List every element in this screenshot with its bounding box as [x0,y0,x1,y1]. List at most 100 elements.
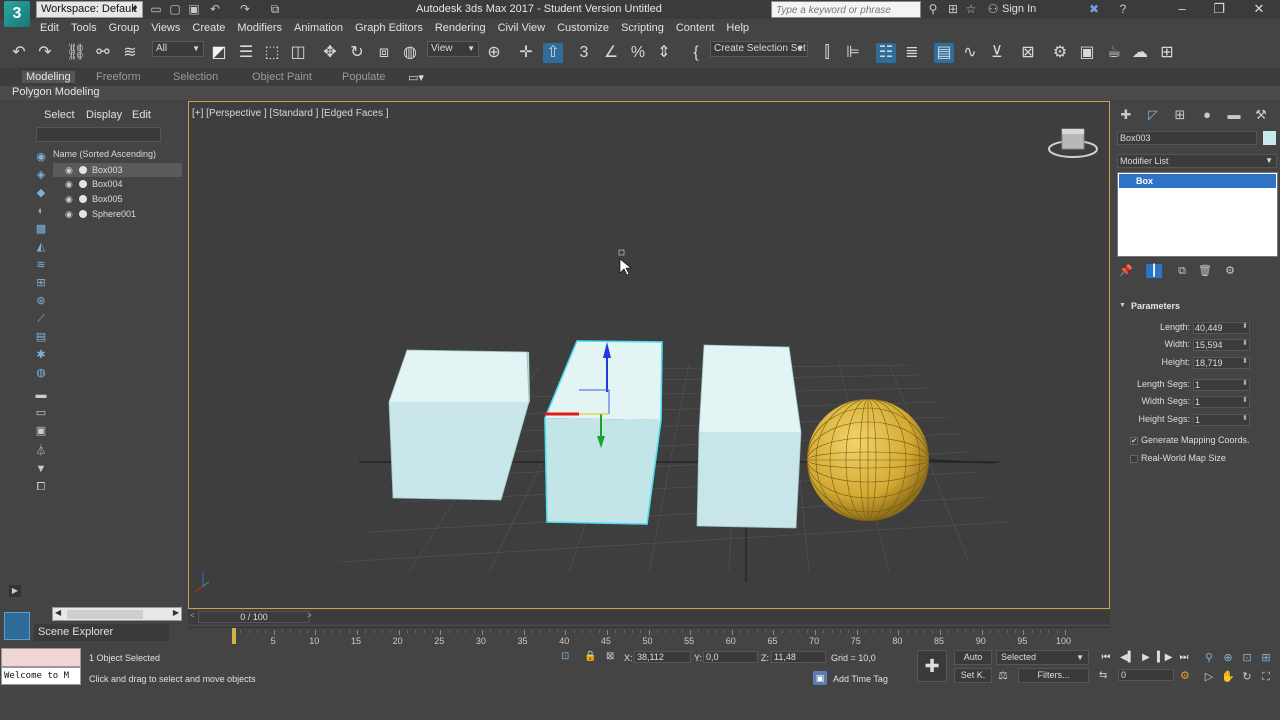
eye-icon[interactable]: ◉ [65,192,73,206]
y-coordinate-field[interactable]: 0,0 [703,651,758,663]
display-frozen-icon[interactable]: ✱ [33,348,49,362]
tab-edit[interactable]: Edit [132,109,151,121]
a360-gallery-icon[interactable]: ⊞ [1157,43,1177,63]
display-bones-icon[interactable]: ⟋ [33,312,49,326]
eye-icon[interactable]: ◉ [65,207,73,221]
spinner-snap-icon[interactable]: ⇕ [654,43,674,63]
modifier-list-dropdown[interactable]: Modifier List ▼ [1117,154,1277,168]
display-shapes-icon[interactable]: ◆ [33,186,49,200]
length-spinner[interactable]: 40,449 ⬍ [1193,322,1250,334]
material-editor-icon[interactable]: ⊠ [1018,43,1038,63]
expand-arrow-icon[interactable]: ▶ [9,585,21,597]
checkmark-icon[interactable]: ✔ [1130,436,1138,445]
track-bar[interactable]: 5 10 15 20 25 30 35 40 45 50 55 60 65 70 75 80 85 90 95 100 [188,627,1110,647]
hierarchy-tab-icon[interactable]: ⊞ [1172,107,1188,123]
tab-display[interactable]: Display [86,109,122,121]
tab-populate[interactable]: Populate [342,71,385,83]
configure-modifier-sets-icon[interactable]: ⚙ [1222,264,1238,278]
search-input[interactable]: Type a keyword or phrase [771,1,921,18]
unlink-icon[interactable]: ⚯ [93,43,113,63]
eye-icon[interactable]: ◉ [65,177,73,191]
spinner-arrows-icon[interactable]: ⬍ [1242,357,1248,367]
key-mode-toggle-icon[interactable]: ⇆ [1099,670,1107,681]
time-slider-thumb[interactable]: 0 / 100 [198,611,310,623]
app-logo[interactable]: 3 [4,1,30,27]
list-item[interactable]: ◉ Box003 [53,163,182,177]
redo-icon[interactable]: ↷ [35,43,55,63]
object-color-swatch[interactable] [1263,131,1276,145]
spinner-arrows-icon[interactable]: ⬍ [1242,396,1248,406]
scale-icon[interactable]: ⧈ [374,43,394,63]
bind-space-warp-icon[interactable]: ≋ [120,43,140,63]
key-mode-dropdown[interactable]: Selected ▼ [996,650,1089,665]
menu-graph-editors[interactable]: Graph Editors [349,19,429,37]
binoculars-icon[interactable]: ⚲ [926,2,940,16]
key-filters-icon[interactable]: ⚖ [998,669,1008,682]
close-icon[interactable]: ✕ [1252,2,1266,16]
schematic-view-icon[interactable]: ⊻ [987,43,1007,63]
x-coordinate-field[interactable]: 38,112 [634,651,691,663]
display-none-all-icon[interactable]: ▭ [33,406,49,420]
selection-filter-dropdown[interactable]: All ▼ [152,41,204,57]
maxscript-input[interactable]: Welcome to M [1,667,81,685]
filters-button[interactable]: Filters... [1018,668,1089,683]
pin-stack-icon[interactable]: 📌 [1118,264,1134,278]
viewcube[interactable] [1048,128,1098,158]
minimize-icon[interactable]: – [1175,2,1189,16]
display-space-warps-icon[interactable]: ≋ [33,258,49,272]
lock-icon[interactable]: 🔒 [584,651,596,662]
maxscript-listener[interactable]: Welcome to M [1,648,81,686]
display-none-icon[interactable]: ◉ [33,150,49,164]
absolute-mode-icon[interactable]: ⊠ [606,651,614,662]
create-tab-icon[interactable]: ✚ [1118,107,1134,123]
mirror-icon[interactable]: ⫿ [817,43,837,63]
add-time-tag-button[interactable]: Add Time Tag [833,674,888,684]
pivot-center-icon[interactable]: ⊕ [484,43,504,63]
filter-icon[interactable]: ▼ [33,462,49,476]
horizontal-scrollbar[interactable]: ◀ ▶ [52,607,182,621]
box004-mesh[interactable] [388,349,530,501]
menu-create[interactable]: Create [186,19,231,37]
utilities-tab-icon[interactable]: ⚒ [1253,107,1269,123]
zoom-extents-all-icon[interactable]: ⊞ [1259,651,1273,665]
open-file-icon[interactable]: ▢ [168,2,182,16]
height-spinner[interactable]: 18,719 ⬍ [1193,357,1250,369]
scroll-left-icon[interactable]: ◀ [55,608,61,617]
placement-icon[interactable]: ◍ [400,43,420,63]
list-item[interactable]: ◉ Sphere001 [53,207,182,221]
render-dot-icon[interactable] [79,210,87,218]
viewport-scene[interactable] [189,102,1110,609]
sign-in-link[interactable]: Sign In [1002,3,1036,15]
list-item[interactable]: ◉ Box004 [53,177,182,191]
tab-modeling[interactable]: Modeling [22,71,75,83]
menu-modifiers[interactable]: Modifiers [231,19,288,37]
tab-select[interactable]: Select [44,109,75,121]
maximize-icon[interactable]: ❐ [1212,2,1226,16]
rendered-frame-icon[interactable]: ▣ [1077,43,1097,63]
subscription-icon[interactable]: ⊞ [946,2,960,16]
sphere001-mesh[interactable] [807,399,929,521]
display-cameras-icon[interactable]: ▩ [33,222,49,236]
viewport-label[interactable]: [+] [Perspective ] [Standard ] [Edged Fa… [192,108,389,119]
reference-coordinate-dropdown[interactable]: View ▼ [427,41,479,57]
time-slider[interactable]: < 0 / 100 > [188,610,1110,624]
angle-snap-icon[interactable]: ∠ [601,43,621,63]
layer-icon[interactable]: ⧠ [33,480,49,494]
orbit-icon[interactable]: ↻ [1240,670,1254,684]
ribbon-toggle-icon[interactable]: ▤ [934,43,954,63]
modifier-stack[interactable]: Box [1117,172,1278,257]
help-icon[interactable]: ? [1116,2,1130,16]
render-cloud-icon[interactable]: ☁ [1130,43,1150,63]
snaps-toggle-icon[interactable]: 3 [574,43,594,63]
z-coordinate-field[interactable]: 11,48 [771,651,826,663]
sync-selection-icon[interactable]: ⏃ [33,444,49,458]
set-key-button[interactable]: Set K. [954,668,992,683]
next-frame-icon[interactable]: ▍▶ [1157,651,1172,665]
menu-scripting[interactable]: Scripting [615,19,670,37]
object-name-field[interactable]: Box003 [1117,131,1257,145]
tab-selection[interactable]: Selection [173,71,218,83]
playhead[interactable] [232,628,236,644]
align-icon[interactable]: ⊫ [843,43,863,63]
time-tag-icon[interactable]: ▣ [813,671,827,685]
user-icon[interactable]: ⚇ [986,2,1000,16]
